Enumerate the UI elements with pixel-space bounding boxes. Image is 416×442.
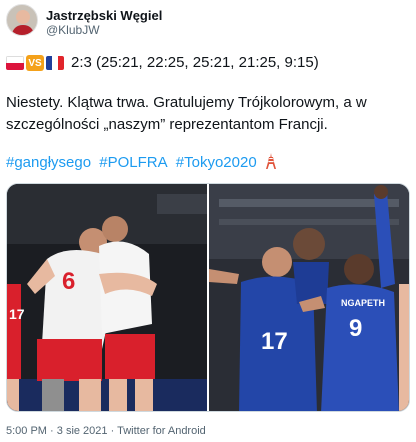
poland-players-image: 17 6 [7, 184, 207, 411]
tweet-meta: 5:00 PM · 3 sie 2021 · Twitter for Andro… [6, 424, 206, 438]
tweet-text: Niestety. Klątwa trwa. Gratulujemy Trójk… [6, 94, 367, 133]
author-name[interactable]: Jastrzębski Węgiel [46, 8, 162, 23]
hashtags: #gangłysego #POLFRA #Tokyo2020 [6, 152, 277, 174]
hashtag-link[interactable]: #gangłysego [6, 154, 91, 171]
france-players-image: 17 NGAPETH 9 [208, 184, 409, 411]
jersey-number: 17 [9, 306, 25, 322]
meta-separator: · [50, 425, 54, 437]
tweet-source: Twitter for Android [117, 425, 206, 437]
jersey-number: 17 [261, 328, 288, 355]
hashtag-link[interactable]: #POLFRA [99, 154, 167, 171]
jersey-name: NGAPETH [341, 298, 385, 308]
tweet-media: 17 6 17 NGAPETH 9 [6, 183, 410, 412]
photo-france-players[interactable]: 17 NGAPETH 9 [208, 184, 409, 411]
author-avatar[interactable] [6, 4, 38, 36]
avatar-image [7, 5, 37, 35]
match-score-row: VS 2:3 (25:21, 22:25, 25:21, 21:25, 9:15… [6, 54, 319, 72]
jersey-number: 9 [349, 315, 362, 342]
france-flag-icon [46, 56, 64, 70]
match-score: 2:3 (25:21, 22:25, 25:21, 21:25, 9:15) [71, 54, 319, 71]
tweet-time[interactable]: 5:00 PM [6, 425, 47, 437]
vs-badge: VS [26, 55, 44, 71]
poland-flag-icon [6, 56, 24, 70]
tweet-date[interactable]: 3 sie 2021 [57, 425, 108, 437]
author-handle[interactable]: @KlubJW [46, 23, 100, 37]
tokyo-tower-icon [265, 153, 276, 169]
tweet-card: Jastrzębski Węgiel @KlubJW VS 2:3 (25:21… [0, 0, 416, 442]
meta-separator: · [110, 425, 115, 437]
jersey-number: 6 [62, 268, 75, 295]
photo-poland-players[interactable]: 17 6 [7, 184, 207, 411]
hashtag-link[interactable]: #Tokyo2020 [176, 154, 257, 171]
